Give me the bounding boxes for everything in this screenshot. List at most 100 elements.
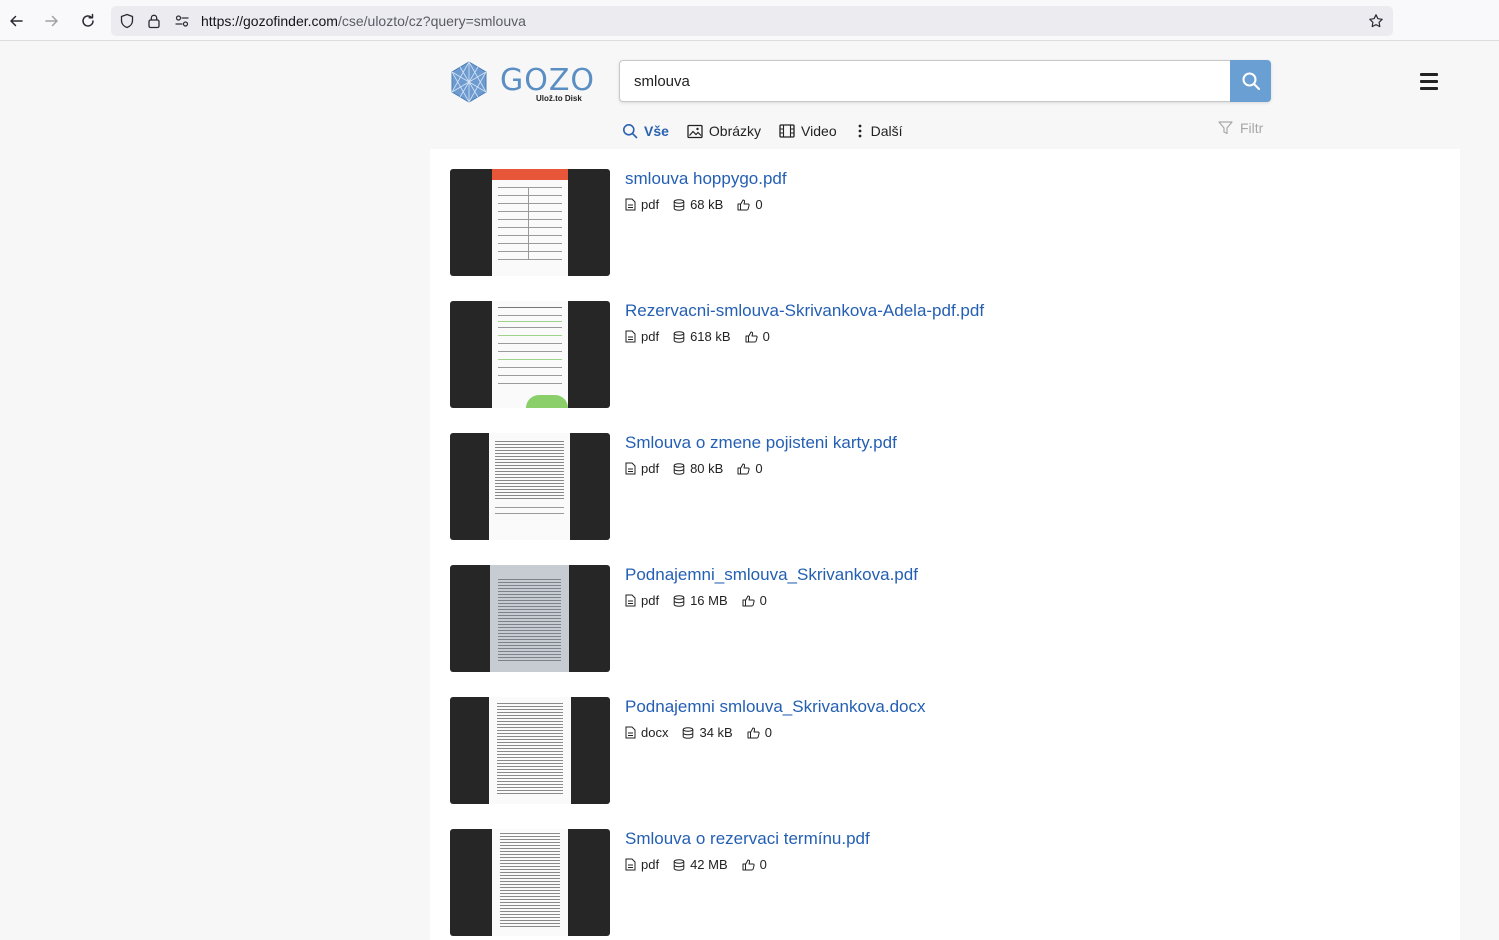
file-size: 68 kB [690,197,724,212]
file-size: 42 MB [690,857,728,872]
tab-all[interactable]: Vše [622,123,669,139]
arrow-right-icon [45,15,58,27]
result-thumbnail[interactable] [450,565,610,672]
forward-button[interactable] [39,8,65,34]
tab-video[interactable]: Video [779,123,837,139]
like-count: 0 [759,857,767,872]
arrow-left-icon [10,15,23,27]
site-header: GOZO Ulož.to Disk Vše Obrázky Video Dalš… [430,41,1460,149]
result-title-link[interactable]: Rezervacni-smlouva-Skrivankova-Adela-pdf… [625,301,984,321]
storage-icon [673,462,685,475]
url-path: /cse/ulozto/cz?query=smlouva [337,13,526,29]
thumbs-up-icon [737,463,750,474]
file-type: pdf [641,593,660,608]
storage-icon [673,594,685,607]
tab-video-label: Video [801,123,837,139]
hamburger-menu-button[interactable] [1420,73,1440,91]
result-meta: pdf 80 kB 0 [625,461,777,476]
thumbs-up-icon [745,331,758,342]
gozo-logo[interactable]: GOZO Ulož.to Disk [450,61,594,105]
thumbs-up-icon [742,859,755,870]
search-button[interactable] [1230,60,1271,102]
address-bar[interactable]: https://gozofinder.com/cse/ulozto/cz?que… [111,6,1393,36]
file-type: docx [641,725,669,740]
filter-funnel-icon [1218,121,1233,135]
result-meta: pdf 68 kB 0 [625,197,777,212]
result-title-link[interactable]: Smlouva o zmene pojisteni karty.pdf [625,433,897,453]
reload-icon [82,13,94,27]
storage-icon [673,198,685,211]
result-thumbnail[interactable] [450,829,610,936]
file-size: 618 kB [690,329,731,344]
search-input[interactable] [620,61,1230,101]
lock-icon[interactable] [146,13,162,29]
file-size: 34 kB [699,725,733,740]
filter-button[interactable]: Filtr [1218,120,1263,136]
file-type: pdf [641,329,660,344]
file-icon [625,726,636,739]
result-item: Smlouva o zmene pojisteni karty.pdf pdf … [450,433,1440,540]
bookmark-star-icon[interactable] [1368,13,1384,29]
results-list: smlouva hoppygo.pdf pdf 68 kB 0 Rezervac… [430,149,1460,940]
result-meta: pdf 16 MB 0 [625,593,781,608]
like-count: 0 [764,725,772,740]
logo-subtitle: Ulož.to Disk [536,94,582,103]
result-thumbnail[interactable] [450,169,610,276]
result-thumbnail[interactable] [450,697,610,804]
result-item: Smlouva o rezervaci termínu.pdf pdf 42 M… [450,829,1440,936]
filter-label: Filtr [1240,120,1264,136]
storage-icon [683,726,694,739]
browser-toolbar: https://gozofinder.com/cse/ulozto/cz?que… [0,0,1499,41]
file-type: pdf [641,857,660,872]
file-size: 80 kB [690,461,724,476]
result-title-link[interactable]: Podnajemni_smlouva_Skrivankova.pdf [625,565,918,585]
reload-button[interactable] [75,8,101,34]
storage-icon [673,330,685,343]
tab-more[interactable]: Další [855,123,903,139]
like-count: 0 [755,197,763,212]
result-item: smlouva hoppygo.pdf pdf 68 kB 0 [450,169,1440,276]
result-thumbnail[interactable] [450,301,610,408]
result-title-link[interactable]: Podnajemni smlouva_Skrivankova.docx [625,697,926,717]
like-count: 0 [762,329,770,344]
like-count: 0 [759,593,767,608]
result-meta: pdf 618 kB 0 [625,329,784,344]
file-icon [625,858,636,871]
result-meta: pdf 42 MB 0 [625,857,781,872]
result-item: Rezervacni-smlouva-Skrivankova-Adela-pdf… [450,301,1440,408]
file-icon [625,198,636,211]
logo-wordmark: GOZO [500,63,596,98]
storage-icon [673,858,685,871]
shield-icon[interactable] [119,13,135,29]
result-item: Podnajemni_smlouva_Skrivankova.pdf pdf 1… [450,565,1440,672]
search-icon [1242,72,1260,90]
file-type: pdf [641,461,660,476]
file-size: 16 MB [690,593,728,608]
result-item: Podnajemni smlouva_Skrivankova.docx docx… [450,697,1440,804]
thumbs-up-icon [747,727,760,738]
search-icon [623,124,638,139]
file-type: pdf [641,197,660,212]
search-tabs: Vše Obrázky Video Další [622,120,921,142]
film-icon [779,124,795,138]
result-title-link[interactable]: smlouva hoppygo.pdf [625,169,787,189]
tab-images[interactable]: Obrázky [687,123,761,139]
permissions-icon[interactable] [174,13,190,29]
tab-more-label: Další [870,123,903,139]
tab-images-label: Obrázky [708,123,762,139]
file-icon [625,330,636,343]
url-host: https://gozofinder.com [201,13,338,29]
thumbs-up-icon [742,595,755,606]
url-text[interactable]: https://gozofinder.com/cse/ulozto/cz?que… [201,13,526,29]
result-title-link[interactable]: Smlouva o rezervaci termínu.pdf [625,829,870,849]
like-count: 0 [755,461,763,476]
search-box [619,60,1271,102]
back-button[interactable] [3,8,29,34]
logo-mark-icon [451,61,487,103]
more-vertical-icon [858,124,862,138]
file-icon [625,594,636,607]
thumbs-up-icon [737,199,750,210]
image-icon [687,124,703,138]
tab-all-label: Vše [644,123,669,139]
result-thumbnail[interactable] [450,433,610,540]
